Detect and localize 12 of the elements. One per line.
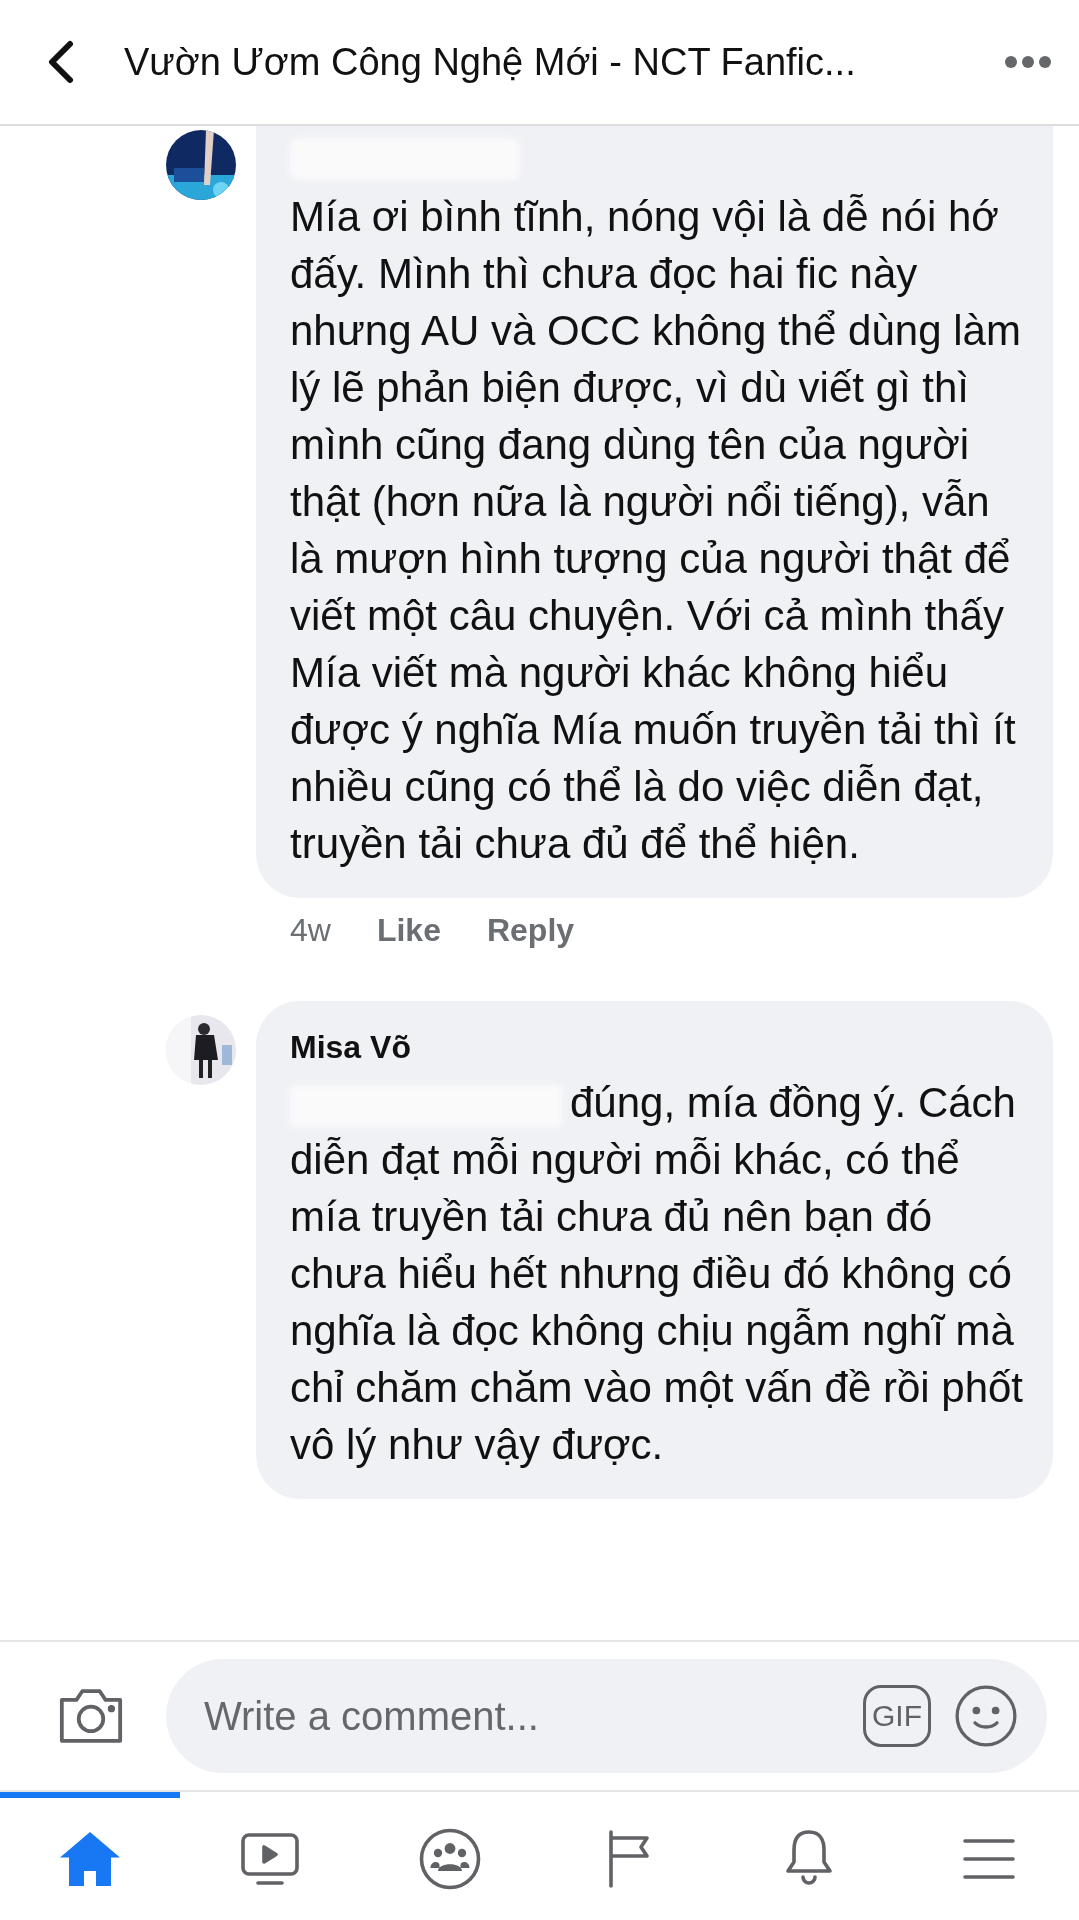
back-icon[interactable] — [48, 40, 74, 84]
window-title: Vườn Ươm Công Nghệ Mới - NCT Fanfic... — [124, 40, 857, 84]
comment-author[interactable]: Misa Võ — [290, 1029, 1029, 1066]
emoji-icon[interactable] — [953, 1683, 1019, 1749]
comment-action-link[interactable]: Like — [376, 912, 441, 949]
comment-text: Mía ơi bình tĩnh, nóng vội là dễ nói hớ đấy. Mình thì chưa đọc hai fic này nhưng AU và OCC không thể dùng làm lý lẽ phản biện được, vì dù viết gì thì mình cũng đang dùng tên của người thật (hơn nữa là người nổi tiếng), vẫn là mượn hình tượng của người thật để viết một câu chuyện. Với cả mình thấy Mía viết mà người khác không hiểu được ý nghĩa Mía muốn truyền tải thì ít nhiều cũng có thể là do việc diễn đạt, truyền tải chưa đủ để thể hiện. — [290, 192, 1022, 869]
more-icon[interactable] — [1005, 56, 1051, 68]
comment-field[interactable]: Write a comment... GIF — [166, 1659, 1047, 1773]
comment-text: đúng, mía đồng ý. Cách diễn đạt mỗi người mỗi khác, có thể mía truyền tải chưa đủ nên bạn đó chưa hiểu hết nhưng điều đó không có nghĩa là đọc không chịu ngẫm nghĩ mà chỉ chăm chăm vào một vấn đề rồi phốt vô lý như vậy được. — [290, 1078, 1025, 1470]
gif-button[interactable]: GIF — [863, 1685, 931, 1747]
comment-action-link[interactable]: Reply — [486, 912, 575, 949]
comment-time: 4w — [290, 912, 331, 949]
